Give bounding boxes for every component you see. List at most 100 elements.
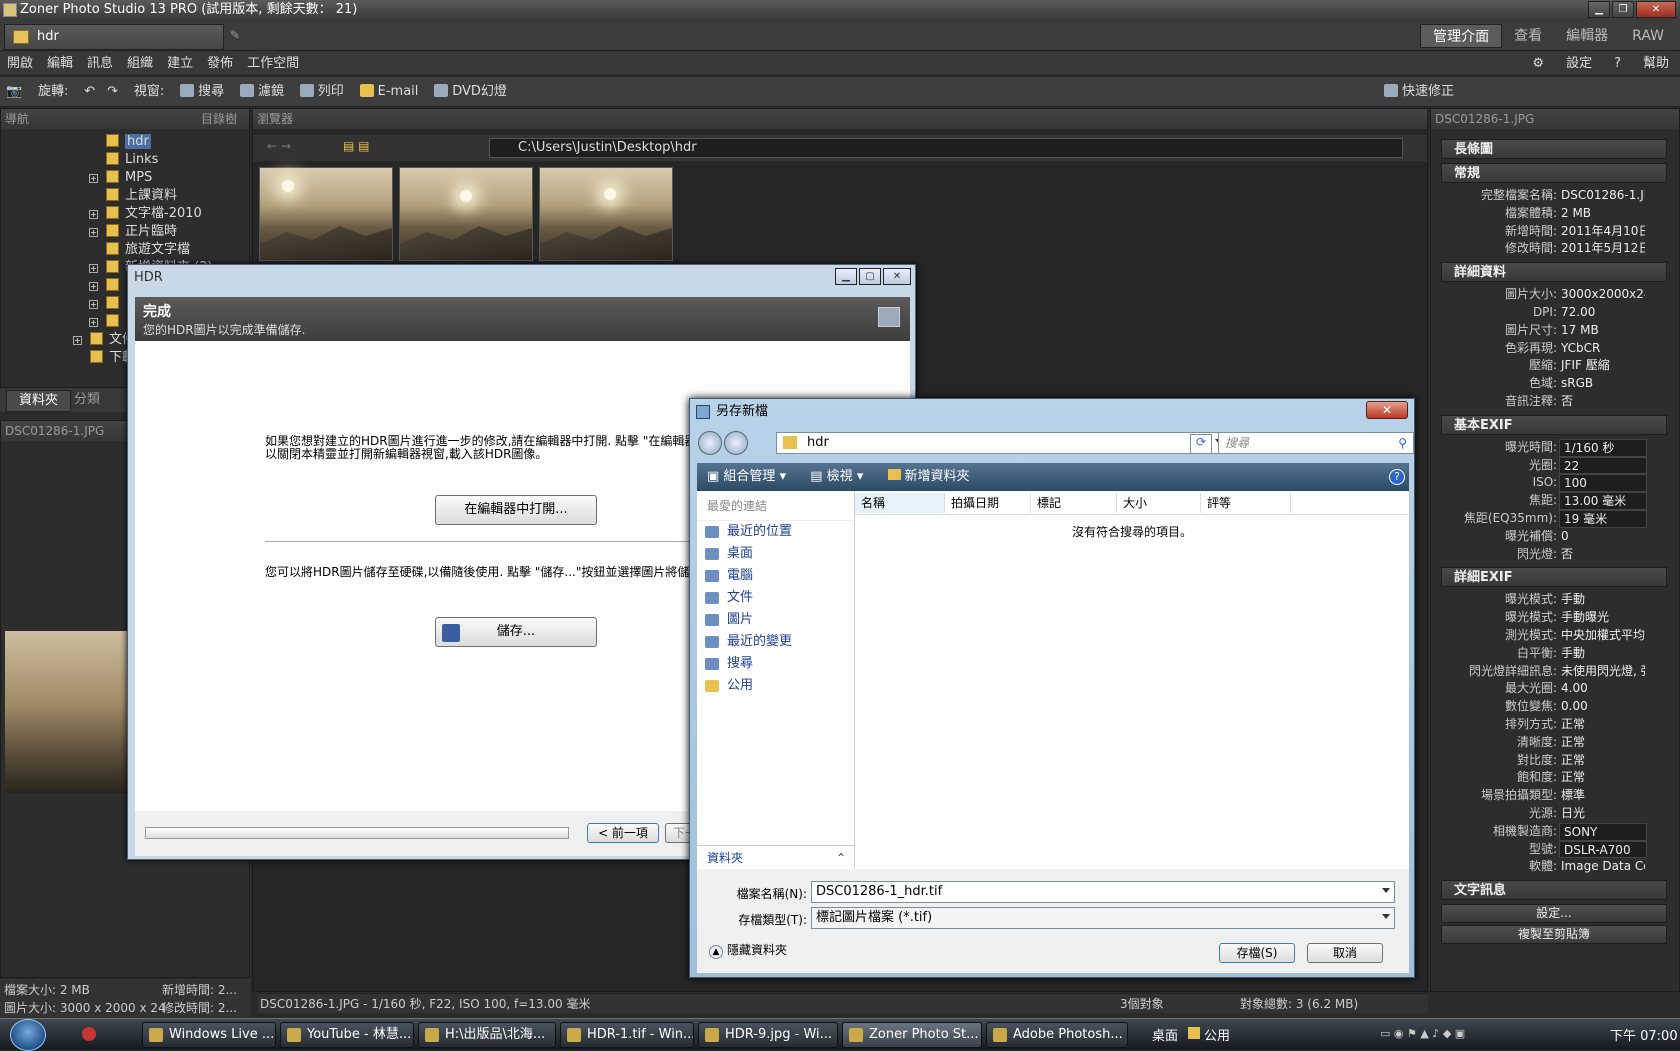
refresh-icon[interactable]: ⟳	[1190, 434, 1212, 454]
mode-manager[interactable]: 管理介面	[1420, 24, 1503, 48]
hdr-save-button[interactable]: 儲存...	[435, 617, 597, 647]
copy-clipboard-button[interactable]: 複製至剪貼簿	[1441, 925, 1667, 945]
help-icon[interactable]: ?	[1607, 51, 1628, 76]
column-header[interactable]: 評等	[1201, 493, 1291, 513]
quicklaunch-icon[interactable]	[82, 1027, 96, 1041]
menu-info[interactable]: 訊息	[80, 51, 120, 76]
expand-icon[interactable]: +	[73, 336, 82, 345]
favorite-link[interactable]: 最近的變更	[697, 631, 854, 653]
hide-folders-toggle[interactable]: ▲ 隱藏資料夾	[709, 941, 787, 959]
taskbar-item[interactable]: HDR-9.jpg - Wi...	[698, 1022, 838, 1048]
hdr-close-button[interactable]: ✕	[883, 268, 911, 285]
organize-menu[interactable]: ▣ 組合管理 ▾	[697, 463, 796, 491]
menu-edit[interactable]: 編輯	[40, 51, 80, 76]
expand-icon[interactable]: +	[89, 282, 98, 291]
favorite-link[interactable]: 桌面	[697, 543, 854, 565]
expand-icon[interactable]: +	[89, 264, 98, 273]
favorite-link[interactable]: 公用	[697, 675, 854, 697]
taskbar-item[interactable]: HDR-1.tif - Win...	[560, 1022, 694, 1048]
thumbnail[interactable]	[539, 167, 673, 261]
tree-item[interactable]: + 正片臨時	[89, 223, 213, 241]
thumbnail[interactable]	[259, 167, 393, 261]
clock[interactable]: 下午 07:00	[1610, 1025, 1678, 1044]
email-button[interactable]: E-mail	[354, 77, 425, 107]
forward-nav-icon[interactable]	[724, 431, 748, 455]
filter-button[interactable]: 濾鏡	[234, 77, 290, 107]
print-button[interactable]: 列印	[294, 77, 350, 107]
section-basic-exif[interactable]: 基本EXIF	[1441, 414, 1667, 435]
tree-item[interactable]: + 文字檔-2010	[89, 205, 213, 223]
info-value[interactable]: SONY	[1559, 822, 1647, 841]
tray-icons[interactable]: ▭ ◉ ⚑ ▲ ♪ ◆ ▣	[1380, 1027, 1465, 1040]
desktop-toolbar[interactable]: 桌面	[1152, 1025, 1178, 1044]
favorite-link[interactable]: 最近的位置	[697, 521, 854, 543]
section-general[interactable]: 常規	[1441, 163, 1667, 183]
column-header[interactable]: 大小	[1117, 493, 1201, 513]
rotate-right-icon[interactable]: ↷	[101, 77, 124, 107]
menu-open[interactable]: 開啟	[0, 51, 40, 76]
tree-item[interactable]: Links	[89, 151, 213, 169]
taskbar-item[interactable]: Adobe Photosh...	[986, 1022, 1128, 1048]
help-menu[interactable]: 幫助	[1636, 51, 1676, 76]
expand-icon[interactable]: +	[89, 210, 98, 219]
quickfix-button[interactable]: 快速修正	[1378, 77, 1460, 107]
back-button[interactable]: < 前一項	[587, 823, 659, 843]
taskbar-item[interactable]: Zoner Photo St...	[842, 1022, 982, 1048]
menu-organize[interactable]: 組織	[120, 51, 160, 76]
back-nav-icon[interactable]	[698, 431, 722, 455]
section-details[interactable]: 詳細資料	[1441, 262, 1667, 283]
favorite-link[interactable]: 文件	[697, 587, 854, 609]
save-close-button[interactable]: ✕	[1366, 401, 1408, 419]
section-histogram[interactable]: 長條圖	[1441, 139, 1667, 159]
menu-publish[interactable]: 發佈	[200, 51, 240, 76]
search-button[interactable]: 搜尋	[174, 77, 230, 107]
favorite-link[interactable]: 圖片	[697, 609, 854, 631]
taskbar-item[interactable]: Windows Live ...	[142, 1022, 276, 1048]
mode-raw[interactable]: RAW	[1620, 24, 1676, 48]
minimize-button[interactable]: ▁	[1588, 1, 1610, 18]
tree-item[interactable]: 上課資料	[89, 187, 213, 205]
expand-icon[interactable]: +	[89, 228, 98, 237]
open-in-editor-button[interactable]: 在編輯器中打開...	[435, 495, 597, 525]
hdr-minimize-button[interactable]: ▁	[835, 268, 857, 285]
column-header[interactable]: 拍攝日期	[945, 493, 1031, 513]
save-button[interactable]: 存檔(S)	[1219, 943, 1295, 963]
expand-icon[interactable]: +	[89, 318, 98, 327]
info-value[interactable]: 1/160 秒	[1559, 438, 1647, 457]
path-field[interactable]: C:\Users\Justin\Desktop\hdr	[489, 138, 1403, 158]
document-tab[interactable]: hdr	[4, 24, 224, 50]
dvd-button[interactable]: DVD幻燈	[428, 77, 513, 107]
public-toolbar[interactable]: 公用	[1204, 1025, 1230, 1044]
views-menu[interactable]: ▤ 檢視 ▾	[800, 463, 873, 491]
tree-item[interactable]: + MPS	[89, 169, 213, 187]
info-value[interactable]: 13.00 毫米	[1559, 492, 1647, 510]
camera-icon[interactable]: 📷	[0, 77, 28, 107]
info-value[interactable]: DSLR-A700	[1559, 840, 1647, 859]
column-header[interactable]: 名稱	[855, 493, 945, 513]
thumbnail[interactable]	[399, 167, 533, 261]
menu-workspace[interactable]: 工作空間	[240, 51, 306, 76]
info-value[interactable]: 100	[1559, 474, 1647, 493]
mode-editor[interactable]: 編輯器	[1554, 24, 1620, 48]
column-header[interactable]: 標記	[1031, 493, 1117, 513]
tree-item[interactable]: 旅遊文字檔	[89, 241, 213, 259]
close-button[interactable]: ✕	[1636, 1, 1676, 18]
nav-view-dropdown[interactable]: 目錄樹	[201, 109, 237, 129]
cancel-button[interactable]: 取消	[1307, 943, 1383, 963]
rotate-left-icon[interactable]: ↶	[78, 77, 101, 107]
start-button[interactable]	[10, 1019, 46, 1051]
info-value[interactable]: 19 毫米	[1559, 509, 1647, 528]
settings-button[interactable]: 設定...	[1441, 904, 1667, 924]
tab-categories[interactable]: 分類	[74, 390, 100, 410]
gear-icon[interactable]: ⚙	[1525, 51, 1551, 76]
taskbar-item[interactable]: YouTube - 林慧...	[280, 1022, 414, 1048]
taskbar-item[interactable]: H:\出版品\北海...	[418, 1022, 556, 1048]
new-folder-button[interactable]: 新增資料夾	[878, 463, 980, 491]
hdr-maximize-button[interactable]: ▢	[859, 268, 881, 285]
folder-up-icon[interactable]: ▤ ▤	[343, 139, 370, 153]
mode-viewer[interactable]: 查看	[1502, 24, 1554, 48]
search-input[interactable]: 搜尋 ⚲	[1218, 432, 1414, 454]
tab-folders[interactable]: 資料夾	[6, 390, 72, 412]
edit-tab-icon[interactable]: ✎	[230, 28, 240, 42]
settings-menu[interactable]: 設定	[1559, 51, 1599, 76]
